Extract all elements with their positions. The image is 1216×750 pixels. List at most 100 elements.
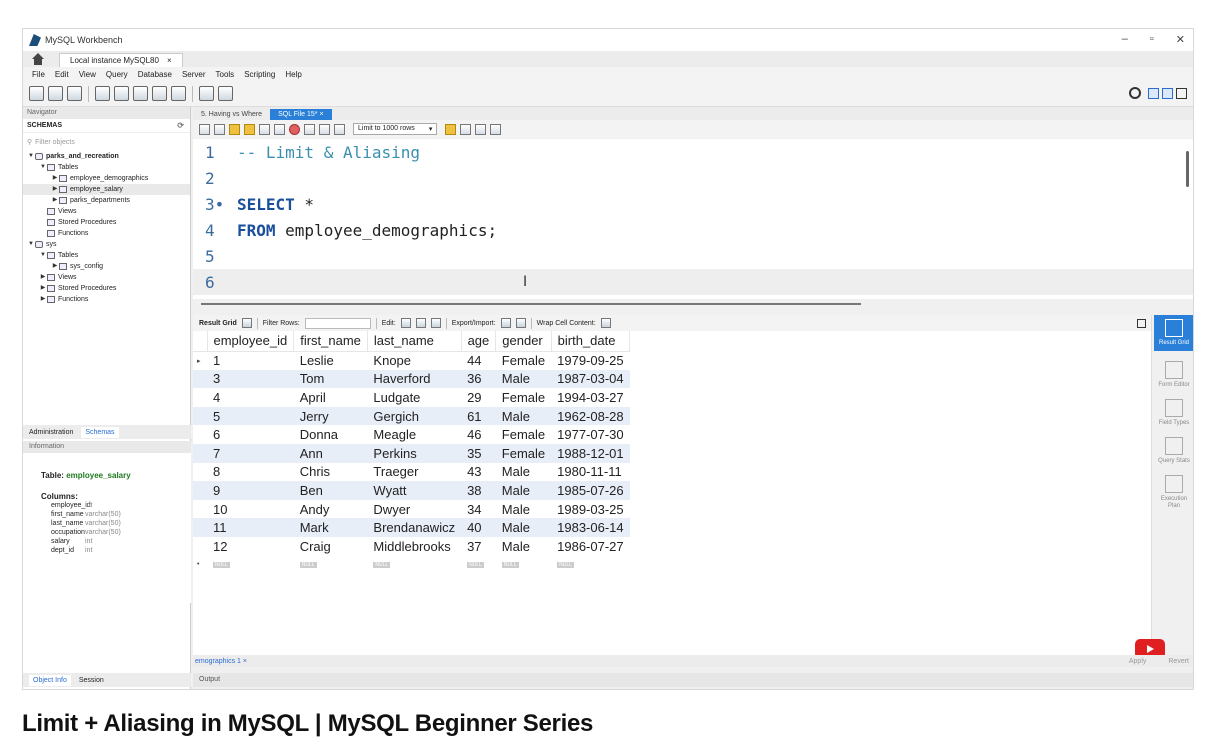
- table-cell[interactable]: 1994-03-27: [551, 388, 630, 407]
- stop-icon[interactable]: [274, 123, 285, 135]
- inspector-icon[interactable]: [67, 86, 82, 101]
- null-cell[interactable]: NULL: [367, 556, 461, 575]
- edit-row-icon[interactable]: [400, 318, 411, 328]
- expand-arrow-icon[interactable]: ▶: [51, 261, 59, 272]
- tree-item[interactable]: ▼ Tables: [23, 250, 190, 261]
- null-cell[interactable]: NULL: [496, 556, 551, 575]
- expand-arrow-icon[interactable]: ▶: [39, 294, 47, 305]
- tree-item[interactable]: Views: [23, 206, 190, 217]
- expand-arrow-icon[interactable]: ▶: [51, 173, 59, 184]
- expand-arrow-icon[interactable]: ▼: [27, 239, 35, 250]
- search-table-data-icon[interactable]: [199, 86, 214, 101]
- sql-editor[interactable]: 1 -- Limit & Aliasing 2 3• SELECT * 4 FROM emp…: [193, 139, 1193, 299]
- table-cell[interactable]: Ben: [293, 481, 368, 500]
- create-function-icon[interactable]: [171, 86, 186, 101]
- result-grid[interactable]: employee_id first_name last_name age gender b…: [193, 331, 1151, 655]
- table-cell[interactable]: Female: [495, 443, 552, 463]
- close-icon[interactable]: ✕: [1176, 33, 1185, 46]
- column-header[interactable]: gender: [495, 331, 552, 352]
- table-cell[interactable]: 61: [461, 406, 496, 426]
- export-icon[interactable]: [500, 318, 511, 328]
- revert-button[interactable]: Revert: [1168, 658, 1189, 665]
- table-cell[interactable]: Mark: [293, 518, 368, 537]
- table-cell[interactable]: Male: [496, 463, 551, 482]
- table-cell[interactable]: 34: [461, 500, 496, 519]
- code-line[interactable]: 4 FROM employee_demographics;: [193, 217, 1193, 243]
- table-row[interactable]: 7 Ann Perkins 35 Female 1988-12-01: [193, 443, 630, 463]
- open-file-icon[interactable]: [199, 123, 210, 135]
- table-cell[interactable]: 9: [207, 481, 294, 500]
- table-row[interactable]: 6 Donna Meagle 46 Female 1977-07-30: [193, 425, 630, 444]
- delete-row-icon[interactable]: [430, 318, 441, 328]
- table-row[interactable]: 3 Tom Haverford 36 Male 1987-03-04: [193, 369, 630, 389]
- stop-on-error-icon[interactable]: [289, 123, 300, 135]
- tab-session[interactable]: Session: [79, 677, 104, 684]
- table-cell[interactable]: Jerry: [293, 406, 368, 426]
- limit-rows-select[interactable]: Limit to 1000 rows ▾: [353, 123, 438, 135]
- table-cell[interactable]: Knope: [367, 351, 461, 370]
- menu-view[interactable]: View: [74, 70, 101, 79]
- connection-tab[interactable]: Local instance MySQL80 ×: [59, 53, 183, 67]
- table-cell[interactable]: 1980-11-11: [551, 463, 630, 482]
- create-procedure-icon[interactable]: [152, 86, 167, 101]
- side-form-editor-button[interactable]: Form Editor: [1154, 357, 1193, 389]
- table-cell[interactable]: Male: [496, 537, 551, 556]
- side-field-types-button[interactable]: Field Types: [1154, 395, 1193, 427]
- table-cell[interactable]: Traeger: [367, 463, 461, 482]
- execute-icon[interactable]: [229, 123, 240, 135]
- result-tab[interactable]: emographics 1 ×: [195, 658, 247, 665]
- tree-item[interactable]: ▶ Functions: [23, 294, 190, 305]
- table-row[interactable]: 4 April Ludgate 29 Female 1994-03-27: [193, 388, 630, 407]
- menu-query[interactable]: Query: [101, 70, 133, 79]
- side-execution-plan-button[interactable]: Execution Plan: [1154, 471, 1193, 510]
- editor-tab[interactable]: 5. Having vs Where: [193, 109, 270, 120]
- reconnect-icon[interactable]: [218, 86, 233, 101]
- table-cell[interactable]: Female: [496, 351, 551, 370]
- filter-objects-input[interactable]: ⚲ Filter objects: [27, 135, 186, 149]
- menu-database[interactable]: Database: [133, 70, 177, 79]
- close-icon[interactable]: ×: [167, 56, 172, 65]
- invisible-chars-icon[interactable]: [475, 123, 487, 135]
- side-result-grid-button[interactable]: Result Grid: [1154, 315, 1193, 351]
- table-cell[interactable]: 1979-09-25: [551, 351, 630, 370]
- create-view-icon[interactable]: [133, 86, 148, 101]
- grid-view-icon[interactable]: [241, 318, 252, 328]
- side-query-stats-button[interactable]: Query Stats: [1154, 433, 1193, 465]
- expand-arrow-icon[interactable]: ▶: [39, 283, 47, 294]
- column-header[interactable]: age: [461, 331, 497, 352]
- tree-item[interactable]: ▶ sys_config: [23, 261, 190, 272]
- table-cell[interactable]: Haverford: [367, 369, 462, 389]
- refresh-icon[interactable]: ⟳: [177, 121, 184, 130]
- code-line[interactable]: 2: [193, 165, 1193, 191]
- table-cell[interactable]: Tom: [293, 369, 368, 389]
- table-row[interactable]: 10 Andy Dwyer 34 Male 1989-03-25: [193, 500, 630, 519]
- table-cell[interactable]: Chris: [294, 463, 368, 482]
- table-cell[interactable]: 36: [461, 369, 496, 389]
- table-cell[interactable]: 43: [461, 463, 496, 482]
- open-sql-script-icon[interactable]: [48, 86, 63, 101]
- wrap-cell-icon[interactable]: [600, 318, 611, 328]
- table-cell[interactable]: 29: [461, 388, 496, 407]
- tree-item[interactable]: ▶ parks_departments: [23, 195, 190, 206]
- table-row[interactable]: 12 Craig Middlebrooks 37 Male 1986-07-27: [193, 537, 630, 556]
- toggle-sidebar-icon[interactable]: [1148, 87, 1159, 99]
- table-cell[interactable]: 1962-08-28: [551, 406, 630, 426]
- table-cell[interactable]: Ludgate: [367, 388, 461, 407]
- tree-item[interactable]: ▶ employee_salary: [23, 184, 190, 195]
- null-cell[interactable]: NULL: [294, 556, 368, 575]
- explain-icon[interactable]: [259, 123, 270, 135]
- table-cell[interactable]: Female: [496, 388, 551, 407]
- table-cell[interactable]: 1989-03-25: [551, 500, 630, 519]
- code-line[interactable]: 6I: [193, 269, 1193, 295]
- filter-rows-input[interactable]: [304, 317, 371, 329]
- tree-item[interactable]: ▶ employee_demographics: [23, 173, 190, 184]
- table-cell[interactable]: 1986-07-27: [551, 537, 630, 556]
- table-cell[interactable]: 6: [207, 425, 294, 444]
- table-cell[interactable]: 1985-07-26: [551, 481, 630, 500]
- toggle-output-icon[interactable]: [1162, 87, 1173, 99]
- menu-file[interactable]: File: [27, 70, 50, 79]
- table-cell[interactable]: 11: [207, 518, 294, 537]
- table-cell[interactable]: 1: [207, 351, 294, 370]
- code-line[interactable]: 3• SELECT *: [193, 191, 1193, 217]
- table-row[interactable]: 5 Jerry Gergich 61 Male 1962-08-28: [193, 406, 630, 426]
